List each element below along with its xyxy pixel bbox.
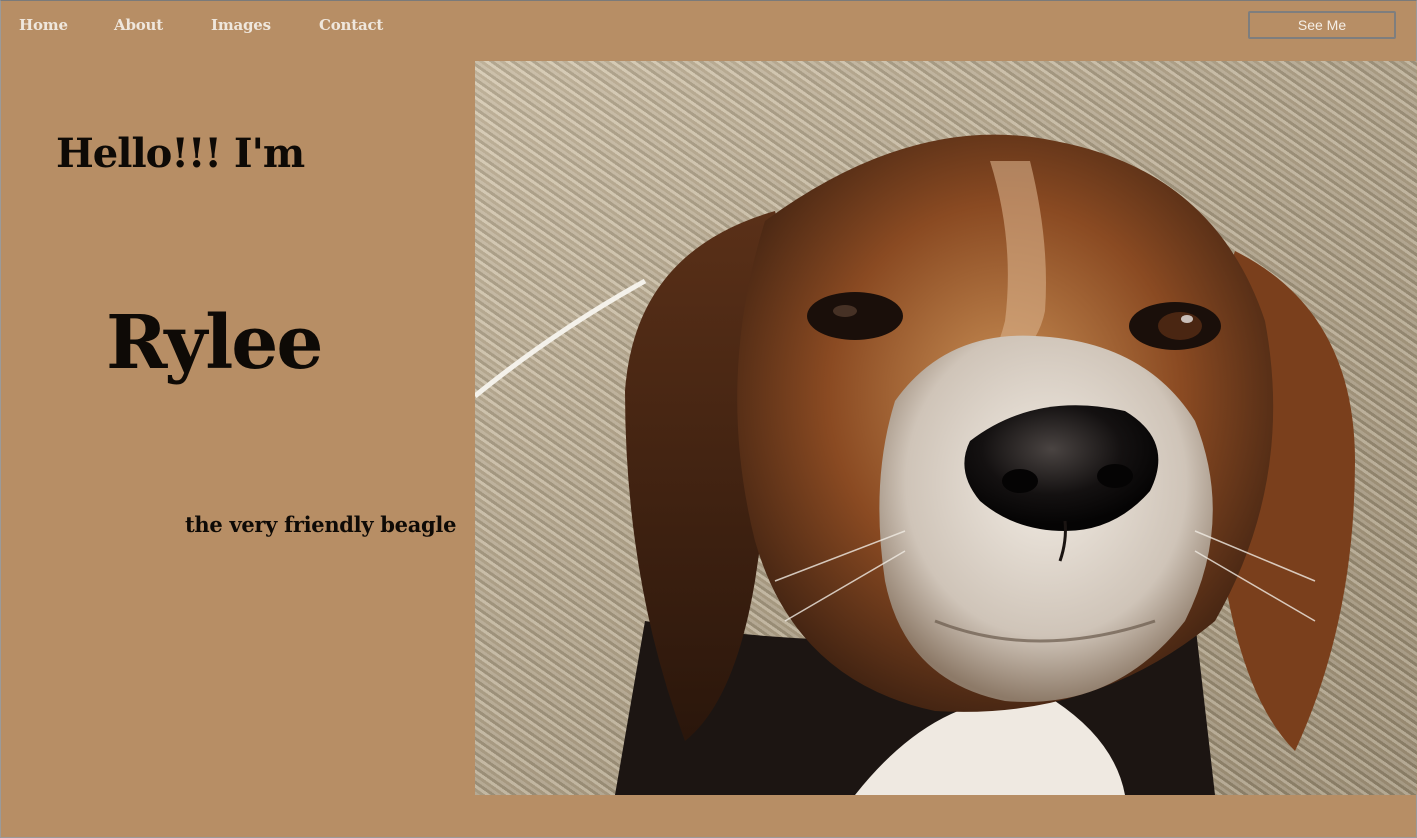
nav-contact-link[interactable]: Contact [319, 16, 383, 34]
beagle-photo [475, 61, 1417, 795]
nav-images-link[interactable]: Images [211, 16, 271, 34]
hero-name: Rylee [106, 300, 323, 386]
nav-about-link[interactable]: About [114, 16, 163, 34]
beagle-illustration [475, 61, 1417, 795]
hero-greeting: Hello!!! I'm [56, 130, 305, 177]
top-navigation: Home About Images Contact See Me [0, 0, 1417, 56]
hero-tagline: the very friendly beagle [185, 512, 457, 537]
see-me-button[interactable]: See Me [1248, 11, 1396, 39]
nav-home-link[interactable]: Home [19, 16, 68, 34]
